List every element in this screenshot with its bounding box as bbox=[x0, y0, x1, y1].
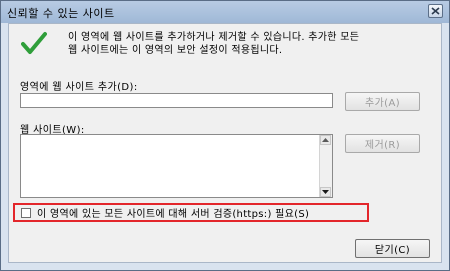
dialog-body: 이 영역에 웹 사이트를 추가하거나 제거할 수 있습니다. 추가한 모든 웹 … bbox=[8, 23, 442, 263]
info-line-1: 이 영역에 웹 사이트를 추가하거나 제거할 수 있습니다. 추가한 모든 bbox=[68, 32, 360, 43]
sites-list[interactable] bbox=[20, 134, 333, 198]
remove-button[interactable]: 제거(R) bbox=[345, 134, 420, 153]
https-checkbox-label[interactable]: 이 영역에 있는 모든 사이트에 대해 서버 검증(https:) 필요(S) bbox=[37, 205, 309, 220]
https-checkbox[interactable] bbox=[21, 207, 31, 218]
scroll-down-button[interactable] bbox=[320, 187, 331, 197]
add-site-input[interactable] bbox=[20, 93, 333, 108]
dialog-title: 신뢰할 수 있는 사이트 bbox=[7, 7, 115, 20]
checkmark-icon bbox=[21, 32, 47, 54]
trusted-sites-dialog: 신뢰할 수 있는 사이트 이 영역에 웹 사이트를 추가하거나 제거할 수 있습… bbox=[0, 0, 450, 271]
info-line-2: 웹 사이트에는 이 영역의 보안 설정이 적용됩니다. bbox=[68, 45, 283, 56]
add-site-label: 영역에 웹 사이트 추가(D): bbox=[20, 82, 138, 93]
sites-list-scrollbar[interactable] bbox=[319, 135, 332, 197]
info-text: 이 영역에 웹 사이트를 추가하거나 제거할 수 있습니다. 추가한 모든 웹 … bbox=[68, 31, 438, 57]
scroll-up-button[interactable] bbox=[320, 135, 331, 145]
scroll-down-icon bbox=[322, 190, 329, 194]
title-bar: 신뢰할 수 있는 사이트 bbox=[1, 1, 449, 23]
close-button[interactable]: 닫기(C) bbox=[355, 239, 430, 258]
add-button[interactable]: 추가(A) bbox=[345, 92, 420, 111]
close-icon bbox=[431, 7, 440, 15]
scroll-up-icon bbox=[322, 138, 329, 142]
window-close-button[interactable] bbox=[428, 4, 443, 18]
https-requirement-row[interactable]: 이 영역에 있는 모든 사이트에 대해 서버 검증(https:) 필요(S) bbox=[13, 203, 369, 222]
